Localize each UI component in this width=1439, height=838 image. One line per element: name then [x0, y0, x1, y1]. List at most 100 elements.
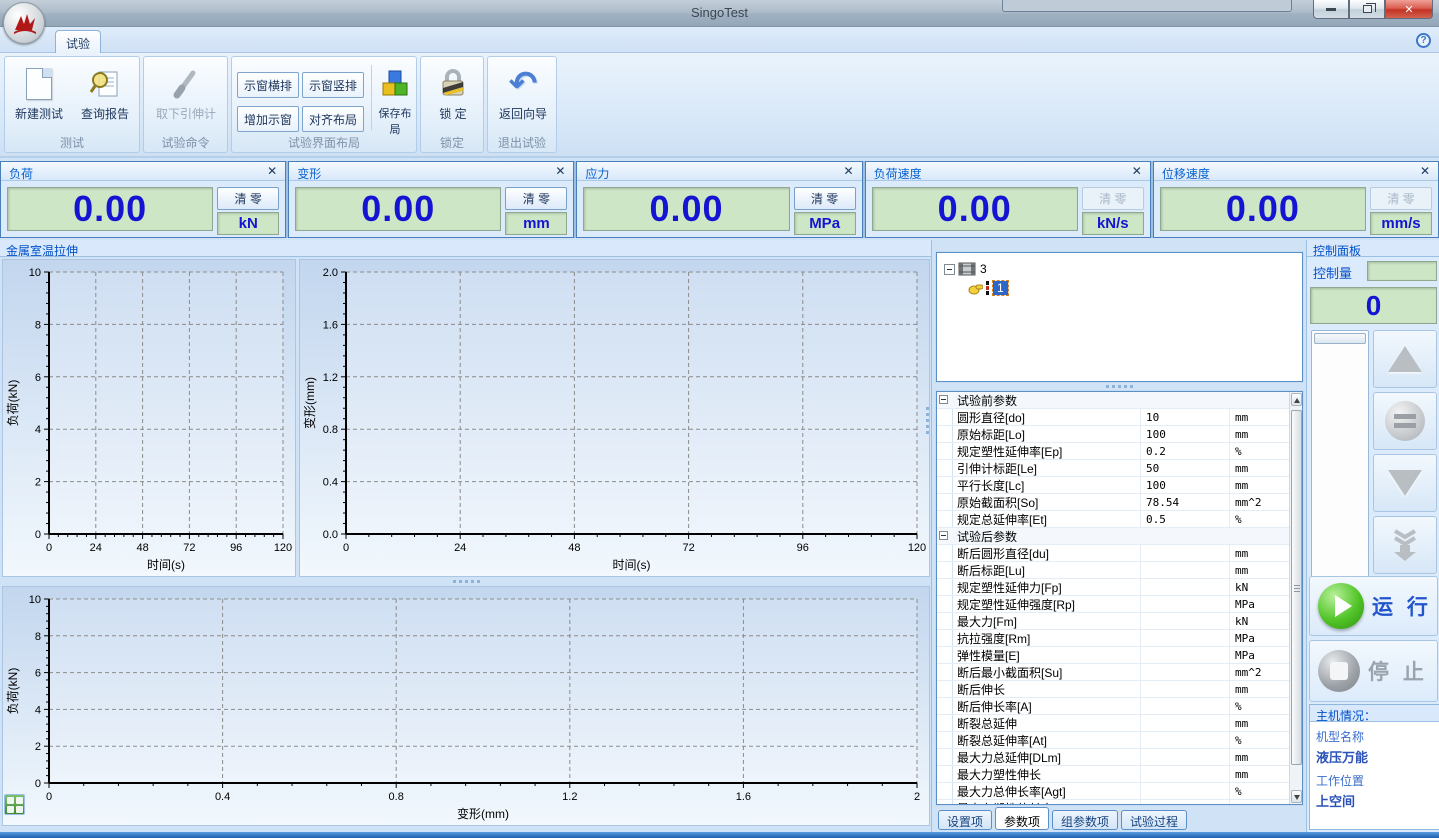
- bottom-tab[interactable]: 参数项: [995, 807, 1049, 830]
- windows-horizontal-button[interactable]: 示窗横排: [237, 72, 299, 98]
- app-logo-button[interactable]: [3, 2, 45, 44]
- clear-zero-button[interactable]: 清 零: [1370, 187, 1432, 210]
- new-test-button[interactable]: 新建测试: [8, 63, 70, 135]
- windows-vertical-button[interactable]: 示窗竖排: [302, 72, 364, 98]
- param-value[interactable]: [1141, 732, 1230, 748]
- add-window-button[interactable]: 增加示窗: [237, 106, 299, 132]
- query-report-button[interactable]: 查询报告: [74, 63, 136, 135]
- align-layout-button[interactable]: 对齐布局: [302, 106, 364, 132]
- remove-extensometer-button[interactable]: 取下引伸计: [151, 63, 221, 135]
- table-row[interactable]: 规定塑性延伸力[Fp] kN: [937, 579, 1302, 596]
- hold-button[interactable]: [1373, 392, 1437, 450]
- param-value[interactable]: [1141, 630, 1230, 646]
- minimize-button[interactable]: [1313, 0, 1349, 19]
- scrollbar-thumb[interactable]: [1291, 410, 1302, 765]
- param-value[interactable]: [1141, 783, 1230, 799]
- move-down-button[interactable]: [1373, 454, 1437, 512]
- restore-button[interactable]: [1349, 0, 1385, 19]
- clear-zero-button[interactable]: 清 零: [505, 187, 567, 210]
- table-row[interactable]: 断裂总延伸 mm: [937, 715, 1302, 732]
- tab-test[interactable]: 试验: [55, 30, 101, 53]
- param-value[interactable]: [1141, 715, 1230, 731]
- table-row[interactable]: 原始标距[Lo] 100 mm: [937, 426, 1302, 443]
- param-value[interactable]: [1141, 749, 1230, 765]
- scroll-down-icon[interactable]: [1291, 790, 1302, 803]
- save-layout-button[interactable]: 保存布局: [374, 63, 416, 135]
- help-icon[interactable]: ?: [1416, 33, 1431, 48]
- param-value[interactable]: [1141, 664, 1230, 680]
- param-value[interactable]: [1141, 579, 1230, 595]
- table-row[interactable]: 断裂总延伸率[At] %: [937, 732, 1302, 749]
- table-row[interactable]: 圆形直径[do] 10 mm: [937, 409, 1302, 426]
- tree-collapse-icon[interactable]: [944, 264, 955, 275]
- table-row[interactable]: 断后圆形直径[du] mm: [937, 545, 1302, 562]
- run-button[interactable]: 运 行: [1309, 576, 1438, 636]
- tree-child-node[interactable]: 1: [967, 281, 1302, 295]
- panel-close-icon[interactable]: ✕: [1420, 164, 1430, 178]
- tree-root-node[interactable]: 3: [941, 261, 1302, 277]
- control-quantity-input[interactable]: [1367, 261, 1437, 281]
- table-row[interactable]: 最大力塑性伸长率[Ag] %: [937, 800, 1302, 805]
- param-value[interactable]: 100: [1141, 426, 1230, 442]
- table-row[interactable]: 原始截面积[So] 78.54 mm^2: [937, 494, 1302, 511]
- param-value[interactable]: [1141, 596, 1230, 612]
- param-value[interactable]: 78.54: [1141, 494, 1230, 510]
- clear-zero-button[interactable]: 清 零: [217, 187, 279, 210]
- table-row[interactable]: 试验前参数: [937, 392, 1302, 409]
- table-row[interactable]: 规定塑性延伸强度[Rp] MPa: [937, 596, 1302, 613]
- panel-close-icon[interactable]: ✕: [555, 164, 565, 178]
- param-value[interactable]: 100: [1141, 477, 1230, 493]
- param-value[interactable]: 10: [1141, 409, 1230, 425]
- panel-close-icon[interactable]: ✕: [267, 164, 277, 178]
- scroll-up-icon[interactable]: [1291, 393, 1302, 406]
- param-value[interactable]: [1141, 647, 1230, 663]
- fast-down-button[interactable]: [1373, 516, 1437, 574]
- table-row[interactable]: 规定总延伸率[Et] 0.5 %: [937, 511, 1302, 528]
- close-button[interactable]: ✕: [1385, 0, 1433, 19]
- table-row[interactable]: 断后伸长率[A] %: [937, 698, 1302, 715]
- param-value[interactable]: [1141, 681, 1230, 697]
- param-value[interactable]: [1141, 698, 1230, 714]
- table-row[interactable]: 断后最小截面积[Su] mm^2: [937, 664, 1302, 681]
- tree-table-splitter[interactable]: [936, 383, 1303, 390]
- vertical-splitter[interactable]: [924, 400, 931, 440]
- param-value[interactable]: [1141, 766, 1230, 782]
- stop-button[interactable]: 停 止: [1309, 640, 1438, 702]
- bottom-tab[interactable]: 设置项: [938, 810, 992, 830]
- table-row[interactable]: 断后标距[Lu] mm: [937, 562, 1302, 579]
- param-value[interactable]: [1141, 562, 1230, 578]
- table-row[interactable]: 最大力总延伸[DLm] mm: [937, 749, 1302, 766]
- table-row[interactable]: 最大力总伸长率[Agt] %: [937, 783, 1302, 800]
- param-value[interactable]: [1141, 800, 1230, 805]
- param-value[interactable]: [1141, 545, 1230, 561]
- layout-grid-button[interactable]: [4, 794, 25, 815]
- panel-close-icon[interactable]: ✕: [1132, 164, 1142, 178]
- clear-zero-button[interactable]: 清 零: [1082, 187, 1144, 210]
- param-value[interactable]: 0.5: [1141, 511, 1230, 527]
- return-wizard-button[interactable]: ↶ 返回向导: [492, 63, 554, 135]
- clear-zero-button[interactable]: 清 零: [794, 187, 856, 210]
- param-value[interactable]: 0.2: [1141, 443, 1230, 459]
- bottom-tab[interactable]: 试验过程: [1121, 810, 1187, 830]
- table-row[interactable]: 弹性模量[E] MPa: [937, 647, 1302, 664]
- group-collapse-icon[interactable]: [939, 531, 948, 540]
- group-collapse-icon[interactable]: [939, 395, 948, 404]
- lock-button[interactable]: 锁 定: [422, 63, 484, 135]
- table-row[interactable]: 平行长度[Lc] 100 mm: [937, 477, 1302, 494]
- table-row[interactable]: 最大力[Fm] kN: [937, 613, 1302, 630]
- table-scrollbar[interactable]: [1289, 392, 1302, 804]
- slider-thumb[interactable]: [1314, 333, 1366, 344]
- panel-close-icon[interactable]: ✕: [844, 164, 854, 178]
- table-row[interactable]: 抗拉强度[Rm] MPa: [937, 630, 1302, 647]
- move-up-button[interactable]: [1373, 330, 1437, 388]
- table-row[interactable]: 试验后参数: [937, 528, 1302, 545]
- bottom-tab[interactable]: 组参数项: [1052, 810, 1118, 830]
- speed-slider[interactable]: [1311, 330, 1369, 578]
- param-value[interactable]: 50: [1141, 460, 1230, 476]
- table-row[interactable]: 最大力塑性伸长 mm: [937, 766, 1302, 783]
- table-row[interactable]: 断后伸长 mm: [937, 681, 1302, 698]
- table-row[interactable]: 规定塑性延伸率[Ep] 0.2 %: [937, 443, 1302, 460]
- horizontal-splitter[interactable]: [2, 578, 930, 585]
- table-row[interactable]: 引伸计标距[Le] 50 mm: [937, 460, 1302, 477]
- param-value[interactable]: [1141, 613, 1230, 629]
